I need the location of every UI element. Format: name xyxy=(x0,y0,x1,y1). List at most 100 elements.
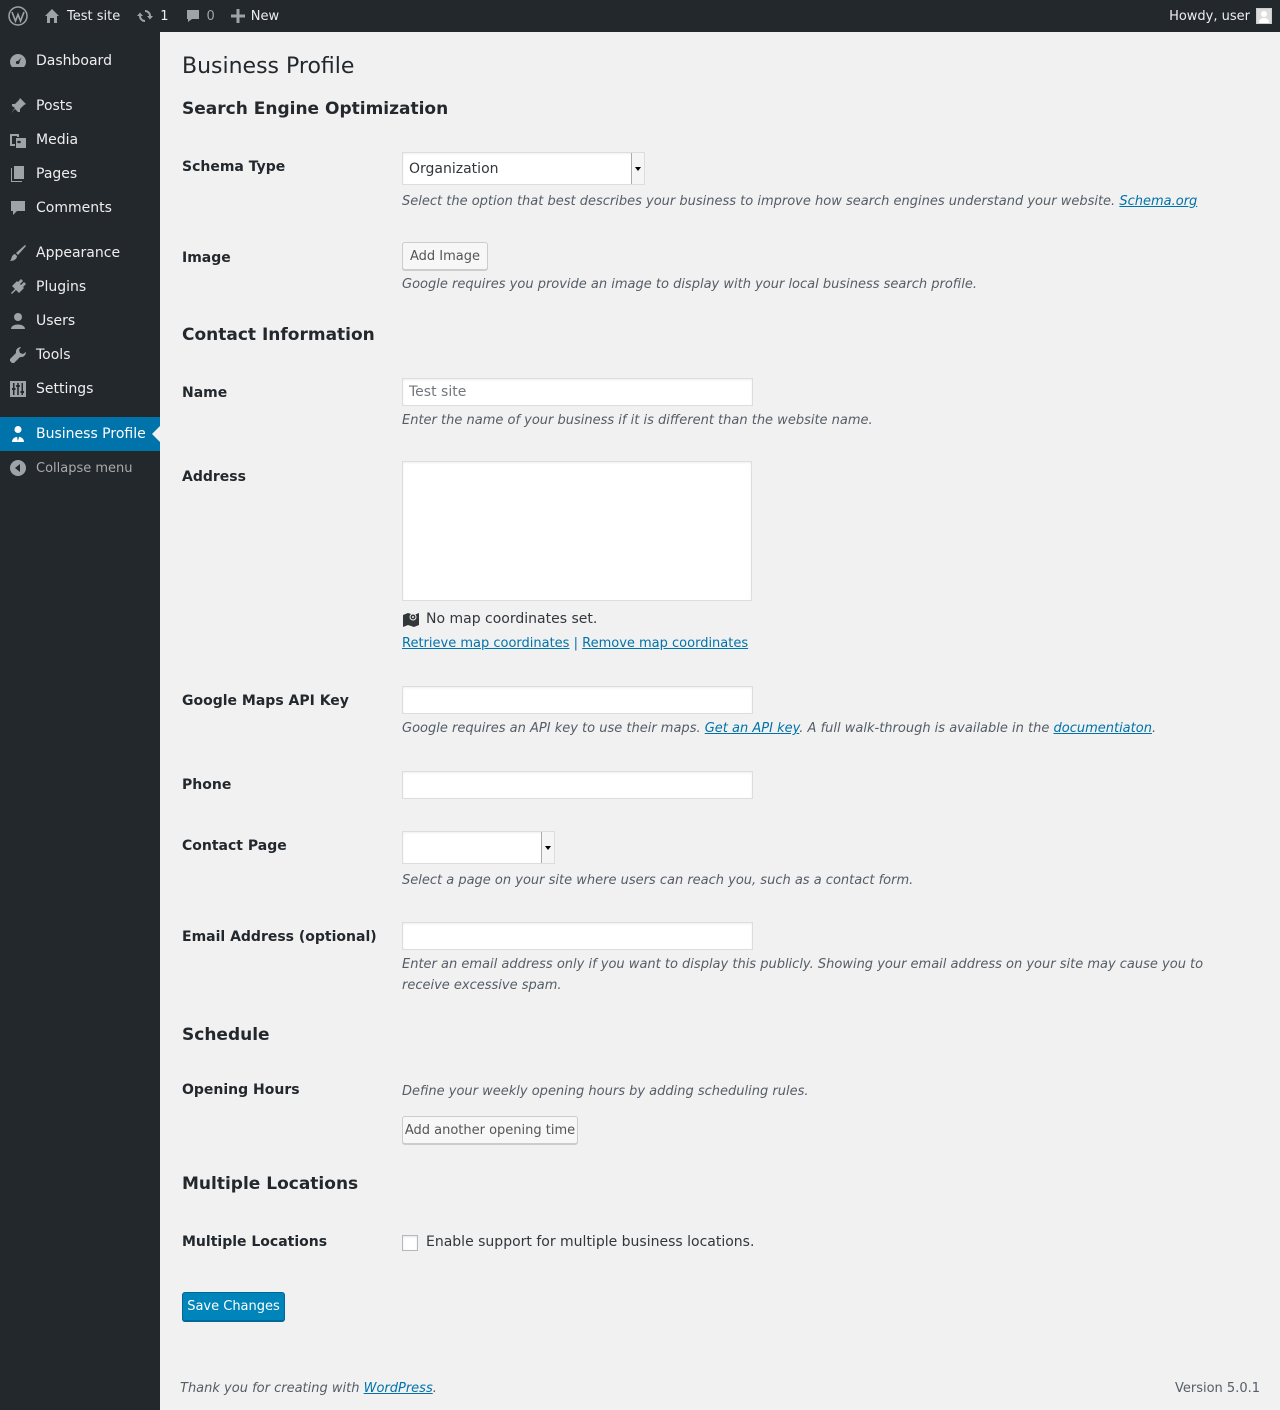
sidebar-item-label: Users xyxy=(36,313,76,329)
opening-hours-description: Define your weekly opening hours by addi… xyxy=(402,1084,809,1099)
schema-type-description: Select the option that best describes yo… xyxy=(402,191,1197,212)
maps-api-key-description: Google requires an API key to use their … xyxy=(402,718,1156,739)
page-title: Business Profile xyxy=(182,54,355,79)
address-label: Address xyxy=(182,469,246,485)
footer-version: Version 5.0.1 xyxy=(1174,1381,1260,1396)
collapse-menu-label: Collapse menu xyxy=(36,460,133,476)
maps-api-desc-2: . A full walk-through is available in th… xyxy=(799,721,1050,736)
save-changes-button[interactable]: Save Changes xyxy=(182,1292,285,1321)
name-input[interactable]: Test site xyxy=(402,378,753,406)
map-icon xyxy=(402,611,420,627)
my-account-link[interactable]: Howdy, user xyxy=(1169,8,1280,24)
contact-page-description: Select a page on your site where users c… xyxy=(402,873,914,888)
sidebar-item-settings[interactable]: Settings xyxy=(0,372,160,406)
sidebar-item-media[interactable]: Media xyxy=(0,123,160,157)
sidebar-item-dashboard[interactable]: Dashboard xyxy=(0,44,160,78)
sidebar-item-business-profile[interactable]: Business Profile xyxy=(0,417,160,451)
plus-icon xyxy=(230,9,245,23)
sidebar-item-label: Business Profile xyxy=(36,426,146,442)
admin-sidebar: Dashboard Posts Media Pages Comments App… xyxy=(0,32,160,1410)
avatar xyxy=(1256,8,1272,24)
name-description: Enter the name of your business if it is… xyxy=(402,413,873,428)
pin-icon xyxy=(0,97,36,115)
media-icon xyxy=(0,131,36,149)
map-status-text: No map coordinates set. xyxy=(426,611,598,627)
sidebar-item-label: Pages xyxy=(36,166,78,182)
sidebar-item-label: Media xyxy=(36,132,79,148)
sidebar-item-comments[interactable]: Comments xyxy=(0,191,160,225)
retrieve-map-coordinates-link[interactable]: Retrieve map coordinates xyxy=(402,636,569,651)
sidebar-item-label: Settings xyxy=(36,381,94,397)
paintbrush-icon xyxy=(0,244,36,262)
updates-link[interactable]: 1 xyxy=(128,0,176,32)
sidebar-item-label: Tools xyxy=(36,347,71,363)
name-input-placeholder: Test site xyxy=(409,384,467,400)
section-heading-seo: Search Engine Optimization xyxy=(182,99,449,119)
comments-icon xyxy=(0,199,36,217)
add-image-button[interactable]: Add Image xyxy=(402,242,488,270)
sidebar-item-appearance[interactable]: Appearance xyxy=(0,236,160,270)
wordpress-logo-icon[interactable] xyxy=(0,0,36,32)
sidebar-item-users[interactable]: Users xyxy=(0,304,160,338)
footer-thanks-text: Thank you for creating with xyxy=(180,1381,360,1396)
sidebar-item-pages[interactable]: Pages xyxy=(0,157,160,191)
wordpress-link[interactable]: WordPress xyxy=(364,1381,433,1396)
multiple-locations-checkbox-label[interactable]: Enable support for multiple business loc… xyxy=(426,1234,754,1250)
schema-org-link[interactable]: Schema.org xyxy=(1119,194,1197,209)
email-description: Enter an email address only if you want … xyxy=(402,957,1204,993)
footer-thanks: Thank you for creating with WordPress. xyxy=(180,1381,437,1396)
collapse-menu-button[interactable]: Collapse menu xyxy=(0,451,160,485)
multiple-locations-label: Multiple Locations xyxy=(182,1234,328,1250)
add-opening-time-button[interactable]: Add another opening time xyxy=(402,1116,578,1144)
plugin-icon xyxy=(0,278,36,296)
remove-map-coordinates-link[interactable]: Remove map coordinates xyxy=(582,636,748,651)
sidebar-item-label: Dashboard xyxy=(36,53,112,69)
comments-count: 0 xyxy=(206,8,215,24)
schema-type-desc-text: Select the option that best describes yo… xyxy=(402,194,1116,209)
pages-icon xyxy=(0,165,36,183)
schema-type-select[interactable]: Organization xyxy=(402,152,645,185)
maps-api-desc-1: Google requires an API key to use their … xyxy=(402,721,701,736)
documentation-link[interactable]: documentiaton xyxy=(1053,721,1151,736)
sidebar-item-label: Posts xyxy=(36,98,73,114)
sidebar-item-label: Comments xyxy=(36,200,112,216)
users-icon xyxy=(0,312,36,330)
contact-page-select[interactable] xyxy=(402,831,555,864)
sidebar-item-posts[interactable]: Posts xyxy=(0,89,160,123)
email-label: Email Address (optional) xyxy=(182,929,377,945)
comments-link[interactable]: 0 xyxy=(177,0,223,32)
section-heading-schedule: Schedule xyxy=(182,1025,270,1045)
map-links-separator: | xyxy=(573,636,578,651)
business-person-icon xyxy=(0,425,36,443)
opening-hours-label: Opening Hours xyxy=(182,1082,300,1098)
sidebar-item-tools[interactable]: Tools xyxy=(0,338,160,372)
map-links: Retrieve map coordinates | Remove map co… xyxy=(402,636,748,651)
sidebar-item-plugins[interactable]: Plugins xyxy=(0,270,160,304)
email-input[interactable] xyxy=(402,922,753,950)
section-heading-contact: Contact Information xyxy=(182,325,375,345)
new-content-link[interactable]: New xyxy=(223,0,287,32)
chevron-down-icon xyxy=(631,153,644,184)
admin-bar: Test site 1 0 New Howdy, user xyxy=(0,0,1280,32)
site-name-label: Test site xyxy=(67,8,121,24)
site-name-link[interactable]: Test site xyxy=(36,0,128,32)
home-icon xyxy=(44,8,60,24)
dashboard-icon xyxy=(0,52,36,70)
maps-api-key-input[interactable] xyxy=(402,686,753,714)
map-status: No map coordinates set. xyxy=(402,611,597,627)
multiple-locations-checkbox[interactable] xyxy=(402,1235,418,1251)
maps-api-desc-3: . xyxy=(1151,721,1157,736)
address-textarea[interactable] xyxy=(402,461,752,601)
collapse-arrow-icon xyxy=(0,459,36,477)
footer-period: . xyxy=(432,1381,437,1396)
settings-icon xyxy=(0,380,36,398)
phone-input[interactable] xyxy=(402,771,753,799)
name-label: Name xyxy=(182,385,228,401)
get-api-key-link[interactable]: Get an API key xyxy=(705,721,800,736)
contact-page-label: Contact Page xyxy=(182,838,287,854)
image-description: Google requires you provide an image to … xyxy=(402,277,977,292)
schema-type-value: Organization xyxy=(409,160,499,177)
updates-icon xyxy=(136,8,154,24)
updates-count: 1 xyxy=(160,8,169,24)
sidebar-item-label: Appearance xyxy=(36,245,121,261)
